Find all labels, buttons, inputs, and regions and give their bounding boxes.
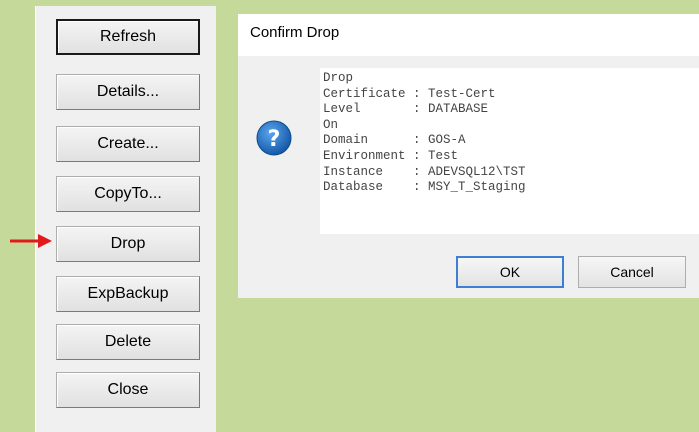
screen: Refresh Details... Create... CopyTo... D… bbox=[0, 0, 699, 432]
dialog-titlebar[interactable]: Confirm Drop bbox=[238, 14, 699, 56]
dialog-title: Confirm Drop bbox=[250, 24, 340, 41]
delete-button[interactable]: Delete bbox=[56, 324, 200, 360]
message-line: Instance : ADEVSQL12\TST bbox=[323, 164, 526, 179]
message-line: Domain : GOS-A bbox=[323, 133, 466, 148]
message-line: Database : MSY_T_Staging bbox=[323, 180, 526, 195]
close-button[interactable]: Close bbox=[56, 372, 200, 408]
ok-button[interactable]: OK bbox=[456, 256, 564, 288]
message-line: Drop bbox=[323, 71, 354, 85]
action-button-panel: Refresh Details... Create... CopyTo... D… bbox=[35, 6, 216, 432]
message-line: Level : DATABASE bbox=[323, 102, 489, 117]
question-icon: ? bbox=[256, 120, 292, 156]
message-lines: Drop Certificate : Test-Cert Level : DAT… bbox=[323, 71, 526, 196]
details-button[interactable]: Details... bbox=[56, 74, 200, 110]
copyto-button[interactable]: CopyTo... bbox=[56, 176, 200, 212]
expbackup-button[interactable]: ExpBackup bbox=[56, 276, 200, 312]
message-text-area: Drop Certificate : Test-Cert Level : DAT… bbox=[320, 68, 699, 234]
refresh-button[interactable]: Refresh bbox=[56, 19, 200, 55]
message-line: On bbox=[323, 117, 339, 132]
create-button[interactable]: Create... bbox=[56, 126, 200, 162]
svg-text:?: ? bbox=[268, 127, 281, 152]
confirm-drop-dialog: Confirm Drop ? Drop Certificate : Test-C… bbox=[238, 14, 699, 298]
message-line: Certificate : Test-Cert bbox=[323, 86, 496, 101]
message-line: Environment : Test bbox=[323, 148, 459, 163]
red-arrow-pointer-icon bbox=[10, 234, 52, 248]
cancel-button[interactable]: Cancel bbox=[578, 256, 686, 288]
drop-button[interactable]: Drop bbox=[56, 226, 200, 262]
